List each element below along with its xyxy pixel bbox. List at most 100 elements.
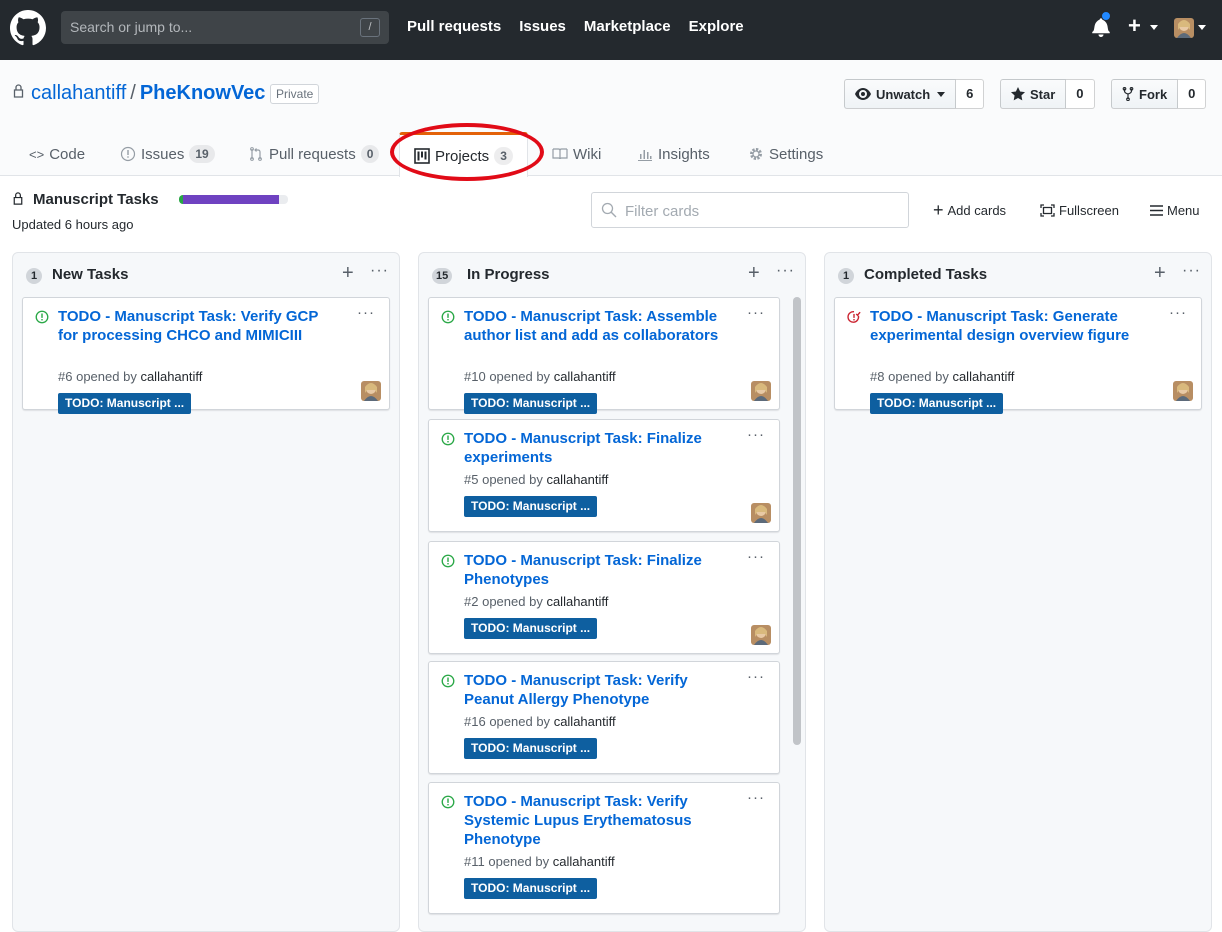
issue-label[interactable]: TODO: Manuscript ...	[464, 618, 598, 639]
tab-projects[interactable]: Projects 3	[399, 132, 528, 177]
issues-counter: 19	[189, 145, 215, 163]
column-menu-icon[interactable]: ···	[776, 262, 795, 280]
unwatch-button[interactable]: Unwatch	[844, 79, 957, 109]
github-logo-icon[interactable]	[10, 10, 46, 46]
search-placeholder: Search or jump to...	[70, 19, 193, 35]
card-menu-icon[interactable]: ···	[747, 789, 765, 806]
issue-opened-icon	[441, 310, 455, 324]
issue-card[interactable]: TODO - Manuscript Task: Verify GCP for p…	[22, 297, 390, 414]
assignee-avatar[interactable]	[751, 625, 771, 645]
star-button[interactable]: Star	[1000, 79, 1067, 109]
user-avatar[interactable]	[1174, 18, 1194, 38]
create-caret-icon[interactable]	[1150, 25, 1158, 30]
card-menu-icon[interactable]: ···	[747, 668, 765, 685]
pull-requests-counter: 0	[360, 145, 380, 163]
issue-card[interactable]: TODO - Manuscript Task: Verify Peanut Al…	[428, 661, 780, 774]
menu-button[interactable]: Menu	[1150, 203, 1200, 218]
repo-name-link[interactable]: PheKnowVec	[140, 82, 266, 104]
card-menu-icon[interactable]: ···	[747, 304, 765, 321]
tab-wiki[interactable]: Wiki	[552, 132, 601, 176]
add-card-plus-icon[interactable]: +	[748, 262, 760, 285]
issue-number: #6	[58, 369, 73, 384]
issue-card-meta: #6 opened by callahantiff	[58, 369, 202, 384]
issue-card[interactable]: TODO - Manuscript Task: Assemble author …	[428, 297, 780, 414]
issue-closed-icon	[847, 311, 861, 323]
gear-icon	[750, 148, 762, 160]
issue-number: #2	[464, 594, 479, 609]
issue-card-title-link[interactable]: TODO - Manuscript Task: Verify Peanut Al…	[464, 671, 739, 709]
forks-count[interactable]: 0	[1178, 79, 1207, 109]
issue-author-link[interactable]: callahantiff	[952, 369, 1014, 384]
nav-marketplace[interactable]: Marketplace	[584, 18, 671, 35]
create-new-icon[interactable]: +	[1128, 13, 1141, 39]
repo-owner-link[interactable]: callahantiff	[31, 82, 126, 104]
unwatch-caret-icon	[937, 91, 946, 97]
column-scrollbar[interactable]	[793, 297, 801, 745]
nav-pull-requests[interactable]: Pull requests	[407, 18, 501, 35]
column-menu-icon[interactable]: ···	[370, 262, 389, 280]
tab-insights[interactable]: Insights	[637, 132, 710, 176]
tab-code[interactable]: <> Code	[29, 132, 85, 176]
issue-opened-by-text: opened by	[489, 369, 551, 384]
fullscreen-icon	[1040, 204, 1055, 217]
issue-card-title-link[interactable]: TODO - Manuscript Task: Finalize experim…	[464, 429, 739, 467]
tab-insights-label: Insights	[658, 145, 710, 163]
nav-issues[interactable]: Issues	[519, 18, 566, 35]
issue-card-meta: #2 opened by callahantiff	[464, 594, 608, 609]
issue-opened-by-text: opened by	[482, 472, 543, 487]
issue-card-title-link[interactable]: TODO - Manuscript Task: Verify Systemic …	[464, 792, 739, 849]
user-menu-caret-icon[interactable]	[1198, 25, 1206, 30]
issue-card[interactable]: TODO - Manuscript Task: Finalize Phenoty…	[428, 541, 780, 654]
issue-card[interactable]: TODO - Manuscript Task: Finalize experim…	[428, 419, 780, 532]
assignee-avatar[interactable]	[751, 503, 771, 523]
issue-author-link[interactable]: callahantiff	[140, 369, 202, 384]
tab-projects-label: Projects	[435, 147, 490, 165]
issue-author-link[interactable]: callahantiff	[554, 714, 616, 729]
issue-number: #8	[870, 369, 885, 384]
issue-label[interactable]: TODO: Manuscript ...	[464, 738, 598, 759]
nav-explore[interactable]: Explore	[689, 18, 744, 35]
issue-card-title-link[interactable]: TODO - Manuscript Task: Generate experim…	[870, 307, 1145, 345]
column-card-count: 1	[838, 268, 854, 284]
assignee-avatar[interactable]	[751, 381, 771, 401]
fork-button[interactable]: Fork	[1111, 79, 1179, 109]
issue-label[interactable]: TODO: Manuscript ...	[464, 393, 598, 414]
add-card-plus-icon[interactable]: +	[1154, 262, 1166, 285]
issue-author-link[interactable]: callahantiff	[553, 854, 615, 869]
column-menu-icon[interactable]: ···	[1182, 262, 1201, 280]
fullscreen-button[interactable]: Fullscreen	[1040, 203, 1119, 218]
issue-card[interactable]: TODO - Manuscript Task: Verify Systemic …	[428, 782, 780, 914]
issue-label[interactable]: TODO: Manuscript ...	[870, 393, 1004, 414]
issue-card[interactable]: TODO - Manuscript Task: Generate experim…	[834, 297, 1202, 414]
issue-label[interactable]: TODO: Manuscript ...	[464, 878, 598, 899]
issue-label[interactable]: TODO: Manuscript ...	[58, 393, 192, 414]
stars-count[interactable]: 0	[1066, 79, 1095, 109]
issue-opened-icon	[120, 146, 136, 162]
issue-label[interactable]: TODO: Manuscript ...	[464, 496, 598, 517]
tab-issues[interactable]: Issues 19	[120, 132, 215, 176]
tab-settings-label: Settings	[769, 145, 824, 163]
card-menu-icon[interactable]: ···	[747, 426, 765, 443]
add-card-plus-icon[interactable]: +	[342, 262, 354, 285]
tab-pull-requests[interactable]: Pull requests 0	[248, 132, 380, 176]
watchers-count[interactable]: 6	[956, 79, 985, 109]
issue-author-link[interactable]: callahantiff	[554, 369, 616, 384]
issue-author-link[interactable]: callahantiff	[546, 472, 608, 487]
card-menu-icon[interactable]: ···	[357, 304, 375, 321]
star-label: Star	[1030, 86, 1056, 102]
filter-cards-input[interactable]: Filter cards	[591, 192, 909, 228]
tab-settings[interactable]: Settings	[748, 132, 823, 176]
issue-author-link[interactable]: callahantiff	[546, 594, 608, 609]
issue-card-title-link[interactable]: TODO - Manuscript Task: Finalize Phenoty…	[464, 551, 739, 589]
search-shortcut-key: /	[360, 18, 380, 37]
issue-card-title-link[interactable]: TODO - Manuscript Task: Assemble author …	[464, 307, 739, 345]
assignee-avatar[interactable]	[1173, 381, 1193, 401]
card-menu-icon[interactable]: ···	[747, 548, 765, 565]
issue-card-title-link[interactable]: TODO - Manuscript Task: Verify GCP for p…	[58, 307, 333, 345]
watch-button-group: Unwatch 6	[844, 79, 985, 109]
assignee-avatar[interactable]	[361, 381, 381, 401]
card-menu-icon[interactable]: ···	[1169, 304, 1187, 321]
add-cards-button[interactable]: + Add cards	[933, 201, 1006, 219]
column-header: 15 In Progress + ···	[419, 253, 805, 297]
global-search-input[interactable]: Search or jump to... /	[61, 11, 389, 44]
